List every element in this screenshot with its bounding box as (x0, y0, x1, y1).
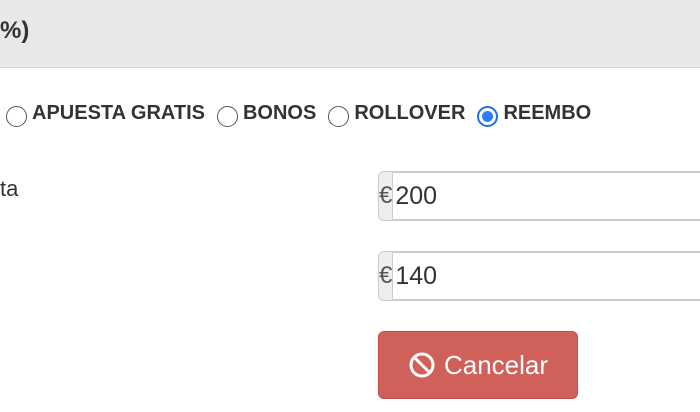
radio-bonos[interactable]: BONOS (216, 100, 317, 127)
radio-reembolso[interactable]: REEMBO (477, 100, 591, 127)
stake-input[interactable] (392, 171, 700, 221)
cancel-button[interactable]: Cancelar (378, 331, 578, 399)
euro-currency-addon: € (378, 251, 393, 301)
cancel-button-label: Cancelar (443, 349, 549, 380)
amount-input[interactable] (392, 251, 700, 301)
stake-label: ta (0, 176, 19, 201)
radio-button[interactable] (328, 105, 350, 127)
radio-apuesta-gratis[interactable]: APUESTA GRATIS (6, 100, 205, 127)
radio-label: ROLLOVER (354, 101, 466, 124)
radio-rollover[interactable]: ROLLOVER (328, 100, 465, 127)
radio-button[interactable] (216, 105, 238, 127)
euro-currency-addon: € (378, 171, 393, 221)
reembolso-form: %) APUESTA GRATIS BONOS ROLLOVER REEMBO … (0, 0, 700, 412)
ban-icon (409, 352, 435, 378)
bet-type-radio-group: APUESTA GRATIS BONOS ROLLOVER REEMBO (6, 97, 603, 129)
radio-button-checked[interactable] (477, 105, 499, 127)
radio-label: REEMBO (503, 101, 592, 124)
radio-label: APUESTA GRATIS (32, 101, 205, 124)
panel-title: %) (0, 17, 30, 44)
radio-button[interactable] (6, 105, 27, 127)
panel-header: %) (0, 0, 700, 68)
radio-label: BONOS (242, 101, 317, 124)
stake-input-group: € (378, 171, 700, 221)
second-amount-input-group: € (378, 251, 700, 301)
